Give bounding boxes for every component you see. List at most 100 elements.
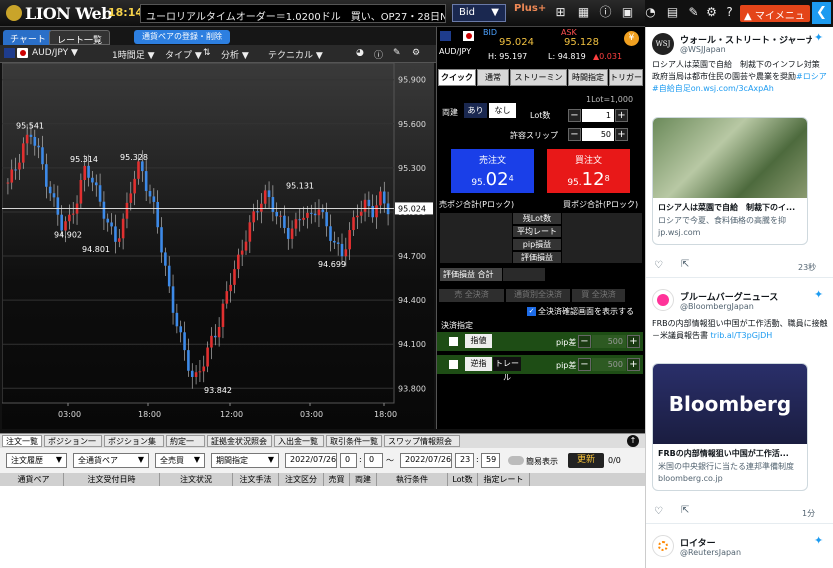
slip-input[interactable]: 50 [582, 128, 614, 141]
lot-minus-button[interactable]: − [568, 109, 581, 122]
stop-pip-input[interactable]: 500 [592, 335, 626, 348]
sell-settle-all-button[interactable]: 売 全決済 [439, 289, 504, 302]
lot-input[interactable]: 1 [582, 109, 614, 122]
bottom-tab-2[interactable]: ポジション集計 [104, 435, 164, 457]
tweet-time[interactable]: 23秒 [798, 262, 816, 273]
buy-settle-all-button[interactable]: 買 全決済 [572, 289, 625, 302]
column-header-2[interactable]: 注文状況 [160, 473, 233, 486]
tab-trigger[interactable]: トリガー [609, 69, 643, 86]
settings-icon[interactable]: ⚙ [412, 48, 420, 58]
news-ticker[interactable]: ユーロリアルタイムオーダー＝1.0200ドル 買い、OP27・28日NYカ [140, 4, 446, 23]
pie-chart-icon[interactable]: ◔ [643, 5, 658, 20]
slip-plus-button[interactable]: + [615, 128, 628, 141]
bottom-tab-7[interactable]: スワップ情報照会 [384, 435, 460, 447]
bottom-tab-3[interactable]: 約定一覧 [166, 435, 205, 457]
twitter-toggle-button[interactable]: ❮ [812, 2, 831, 24]
register-pair-button[interactable]: 通貨ペアの登録・削除 [134, 30, 230, 44]
tab-time-order[interactable]: 時間指定 [568, 69, 608, 86]
pair-select[interactable]: AUD/JPY ▼ [32, 48, 78, 58]
pair-settle-all-button[interactable]: 通貨別全決済 [506, 289, 570, 302]
wsj-avatar[interactable]: WSJ [652, 33, 674, 55]
layout-icon[interactable]: ▦ [576, 5, 591, 20]
reverse-plus-button[interactable]: + [627, 358, 640, 371]
buy-order-button[interactable]: 買注文 95.128 [547, 149, 630, 193]
reverse-pip-input[interactable]: 500 [592, 358, 626, 371]
date-to-input[interactable]: 2022/07/26 [400, 453, 452, 468]
column-header-4[interactable]: 注文区分 [279, 473, 324, 486]
twitter-bird-icon[interactable]: ✦ [814, 31, 823, 44]
my-menu-button[interactable]: ▲ マイメニュー [740, 5, 810, 37]
column-header-5[interactable]: 売買 [324, 473, 350, 486]
tab-streaming[interactable]: ストリーミング [510, 69, 567, 97]
history-select[interactable]: 注文履歴 ▼ [6, 453, 67, 468]
stop-minus-button[interactable]: − [578, 335, 591, 348]
tweet-card[interactable]: ロシア人は菜園で自給 制裁下のイ... ロシアで今夏、食料価格の高騰を抑 jp.… [652, 117, 808, 245]
column-header-7[interactable]: 執行条件 [377, 473, 448, 486]
bottom-tab-6[interactable]: 取引条件一覧 [326, 435, 382, 447]
column-header-9[interactable]: 指定レート [478, 473, 530, 486]
calendar-icon[interactable]: ▤ [665, 5, 680, 20]
refresh-button[interactable]: 更新 [568, 453, 604, 468]
analysis-select[interactable]: 分析 ▼ [221, 48, 249, 61]
side-filter-select[interactable]: 全売買 ▼ [155, 453, 205, 468]
yen-icon[interactable]: ¥ [624, 31, 639, 46]
pen-icon[interactable]: ✎ [393, 48, 401, 58]
palette-icon[interactable]: ◕ [356, 48, 364, 58]
lot-plus-button[interactable]: + [615, 109, 628, 122]
timeframe-select[interactable]: 1時間足 ▼ [112, 48, 155, 61]
plus-logo[interactable]: Plus+ [514, 3, 546, 14]
column-header-0[interactable]: 通貨ペア [4, 473, 64, 486]
swap-icon[interactable]: ⇅ [203, 48, 211, 58]
reuters-avatar[interactable] [652, 535, 674, 557]
twitter-bird-icon[interactable]: ✦ [814, 534, 823, 547]
info-icon[interactable]: ⓘ [374, 48, 383, 61]
stop-plus-button[interactable]: + [627, 335, 640, 348]
stop-checkbox[interactable] [449, 337, 458, 346]
bottom-tab-5[interactable]: 入出金一覧 [274, 435, 324, 447]
grid-icon[interactable]: ⊞ [553, 5, 568, 20]
column-header-6[interactable]: 両建 [350, 473, 377, 486]
both-off-button[interactable]: なし [489, 103, 516, 118]
period-select[interactable]: 期間指定 ▼ [211, 453, 279, 468]
confirm-checkbox[interactable]: ✓ [527, 307, 536, 316]
technical-select[interactable]: テクニカル ▼ [268, 48, 323, 61]
reverse-checkbox[interactable] [449, 360, 458, 369]
like-icon[interactable]: ♡ [654, 260, 663, 271]
chat-icon[interactable]: ▣ [620, 5, 635, 20]
bloomberg-avatar[interactable] [652, 289, 674, 311]
bottom-tab-0[interactable]: 注文一覧 [2, 435, 42, 447]
stop-button[interactable]: 指値 [465, 334, 492, 348]
bottom-tab-1[interactable]: ポジション一覧 [44, 435, 102, 457]
tweet-card[interactable]: Bloomberg FRBの内部情報狙い中国が工作活... 米国の中央銀行に当た… [652, 363, 808, 491]
tweet-handle[interactable]: @ReutersJapan [680, 548, 741, 557]
brush-icon[interactable]: ✎ [686, 5, 701, 20]
gear-icon[interactable]: ⚙ [704, 5, 719, 20]
twitter-feed[interactable]: WSJ ウォール・ストリート・ジャーナル日 @WSJJapan ✦ ロシア人は菜… [645, 27, 833, 568]
price-mode-select[interactable]: Bid ▼ [452, 4, 506, 22]
column-header-8[interactable]: Lot数 [448, 473, 478, 486]
hour-from-input[interactable]: 0 [340, 453, 357, 468]
slip-minus-button[interactable]: − [568, 128, 581, 141]
tweet-handle[interactable]: @BloombergJapan [680, 302, 754, 311]
simple-toggle[interactable] [508, 456, 524, 465]
tab-rate-list[interactable]: レート一覧 [49, 30, 111, 46]
reverse-minus-button[interactable]: − [578, 358, 591, 371]
tweet-handle[interactable]: @WSJJapan [680, 45, 726, 54]
minute-to-input[interactable]: 59 [481, 453, 500, 468]
tab-normal[interactable]: 通常 [477, 69, 509, 86]
collapse-icon[interactable]: ↑ [627, 435, 639, 447]
minute-from-input[interactable]: 0 [364, 453, 383, 468]
bottom-tab-4[interactable]: 証拠金状況照会 [207, 435, 272, 447]
share-icon[interactable]: ⇱ [681, 505, 689, 516]
hour-to-input[interactable]: 23 [455, 453, 474, 468]
column-header-3[interactable]: 注文手法 [233, 473, 279, 486]
info-icon[interactable]: ⓘ [598, 5, 613, 20]
pair-filter-select[interactable]: 全通貨ペア ▼ [73, 453, 149, 468]
both-on-button[interactable]: あり [464, 103, 487, 118]
share-icon[interactable]: ⇱ [681, 259, 689, 270]
tab-quick[interactable]: クイック [438, 69, 476, 86]
type-select[interactable]: タイプ ▼ [165, 48, 202, 61]
tab-chart[interactable]: チャート [3, 30, 53, 45]
tweet-time[interactable]: 1分 [802, 508, 815, 519]
date-from-input[interactable]: 2022/07/26 [285, 453, 337, 468]
